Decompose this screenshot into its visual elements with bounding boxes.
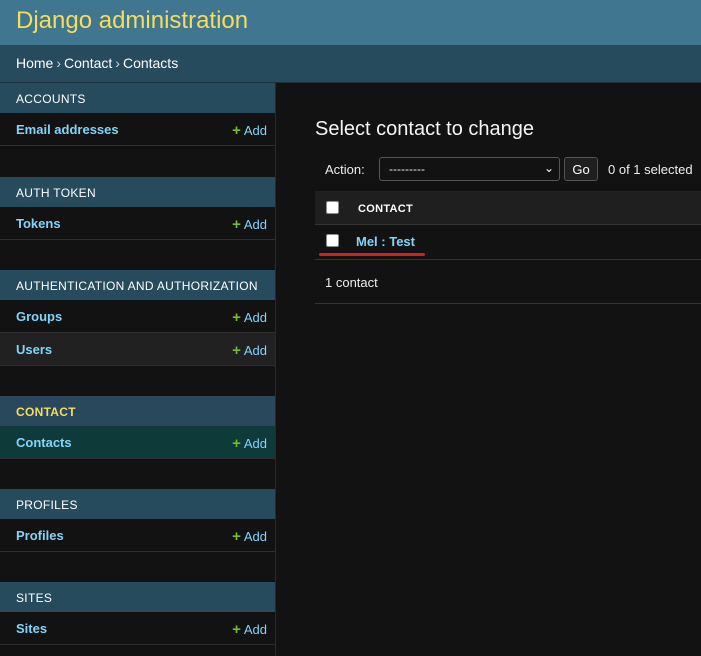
- sidebar-item-contacts: Contacts + Add: [0, 426, 275, 459]
- breadcrumb: Home › Contact › Contacts: [0, 45, 701, 83]
- table-row: Mel : Test: [315, 225, 701, 260]
- page-title: Select contact to change: [315, 118, 535, 141]
- add-token-link[interactable]: + Add: [232, 216, 267, 233]
- paginator: 1 contact: [315, 260, 701, 304]
- plus-icon: +: [232, 435, 241, 452]
- add-label: Add: [243, 217, 267, 232]
- breadcrumb-current: Contacts: [122, 55, 179, 71]
- add-user-link[interactable]: + Add: [232, 342, 267, 359]
- go-button[interactable]: Go: [564, 157, 598, 181]
- breadcrumb-app[interactable]: Contact: [64, 55, 112, 71]
- sidebar-item-users: Users + Add: [0, 333, 275, 366]
- plus-icon: +: [232, 309, 241, 326]
- add-label: Add: [243, 343, 267, 358]
- site-title[interactable]: Django administration: [16, 7, 248, 35]
- selection-counter: 0 of 1 selected: [608, 162, 693, 177]
- plus-icon: +: [232, 528, 241, 545]
- add-label: Add: [243, 436, 267, 451]
- add-email-address-link[interactable]: + Add: [232, 122, 267, 139]
- sidebar-item-email-addresses: Email addresses + Add: [0, 113, 275, 146]
- plus-icon: +: [232, 621, 241, 638]
- module-caption-accounts[interactable]: ACCOUNTS: [0, 83, 275, 113]
- module-caption-contact[interactable]: CONTACT: [0, 396, 275, 426]
- action-select[interactable]: --------- ⌄: [379, 157, 560, 181]
- model-link-contacts[interactable]: Contacts: [16, 435, 72, 450]
- add-site-link[interactable]: + Add: [232, 621, 267, 638]
- module-caption-auth[interactable]: AUTHENTICATION AND AUTHORIZATION: [0, 270, 275, 300]
- add-label: Add: [243, 529, 267, 544]
- chevron-down-icon: ⌄: [543, 161, 554, 175]
- sidebar-item-groups: Groups + Add: [0, 300, 275, 333]
- model-link-users[interactable]: Users: [16, 342, 52, 357]
- add-profile-link[interactable]: + Add: [232, 528, 267, 545]
- add-label: Add: [243, 310, 267, 325]
- add-group-link[interactable]: + Add: [232, 309, 267, 326]
- model-link-tokens[interactable]: Tokens: [16, 216, 61, 231]
- add-label: Add: [243, 123, 267, 138]
- add-label: Add: [243, 622, 267, 637]
- model-link-profiles[interactable]: Profiles: [16, 528, 64, 543]
- module-caption-sites[interactable]: SITES: [0, 582, 275, 612]
- breadcrumb-home[interactable]: Home: [16, 55, 53, 71]
- sidebar-item-tokens: Tokens + Add: [0, 207, 275, 240]
- result-count: 1 contact: [325, 275, 378, 290]
- contact-link[interactable]: Mel : Test: [356, 234, 415, 249]
- red-underline-annotation: [319, 253, 425, 256]
- action-label: Action:: [325, 162, 365, 177]
- sidebar-item-sites: Sites + Add: [0, 612, 275, 645]
- column-header-contact[interactable]: CONTACT: [358, 203, 413, 215]
- add-contact-link[interactable]: + Add: [232, 435, 267, 452]
- plus-icon: +: [232, 216, 241, 233]
- table-header: CONTACT: [315, 191, 701, 225]
- model-link-email-addresses[interactable]: Email addresses: [16, 122, 119, 137]
- module-caption-auth-token[interactable]: AUTH TOKEN: [0, 177, 275, 207]
- action-select-value: ---------: [389, 162, 425, 176]
- breadcrumb-separator: ›: [115, 55, 120, 71]
- main-content: Select contact to change Action: -------…: [276, 83, 701, 656]
- model-link-sites[interactable]: Sites: [16, 621, 47, 636]
- sidebar-item-profiles: Profiles + Add: [0, 519, 275, 552]
- actions-bar: Action: --------- ⌄ Go 0 of 1 selected: [315, 153, 701, 187]
- select-all-checkbox[interactable]: [326, 201, 339, 214]
- sidebar-nav: ACCOUNTS Email addresses + Add AUTH TOKEN…: [0, 83, 276, 656]
- breadcrumb-separator: ›: [56, 55, 62, 71]
- model-link-groups[interactable]: Groups: [16, 309, 62, 324]
- plus-icon: +: [232, 122, 241, 139]
- site-header: Django administration: [0, 0, 701, 45]
- row-checkbox[interactable]: [326, 234, 339, 247]
- module-caption-profiles[interactable]: PROFILES: [0, 489, 275, 519]
- plus-icon: +: [232, 342, 241, 359]
